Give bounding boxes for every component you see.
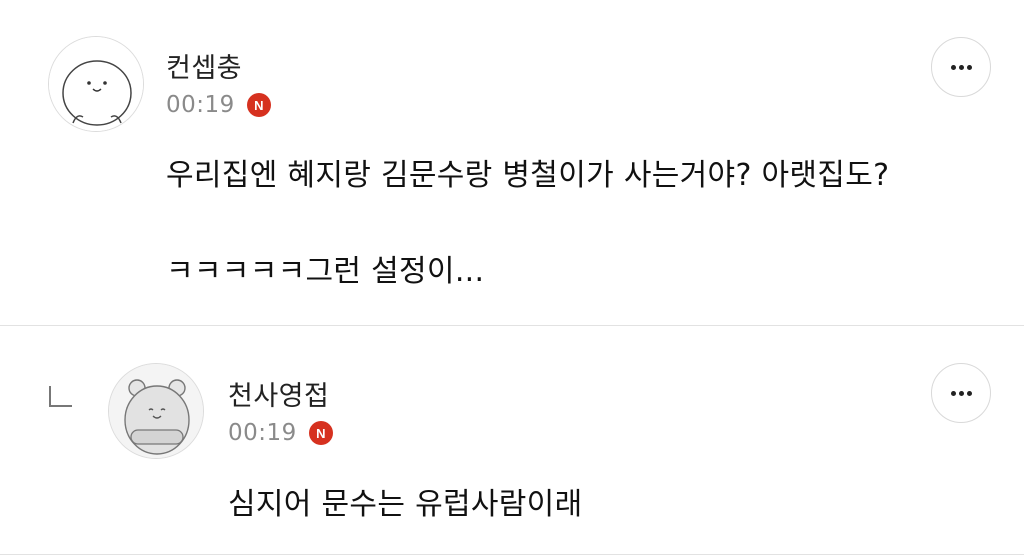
more-options-button[interactable] bbox=[931, 363, 991, 423]
comment-username[interactable]: 컨셉충 bbox=[166, 46, 242, 85]
comment-meta: 00:19 N bbox=[228, 420, 333, 446]
comment-item: 컨셉충 00:19 N 우리집엔 혜지랑 김문수랑 병철이가 사는거야? 아랫집… bbox=[0, 0, 1024, 325]
hamster-avatar-icon bbox=[109, 364, 203, 458]
comment-thread: 컨셉충 00:19 N 우리집엔 혜지랑 김문수랑 병철이가 사는거야? 아랫집… bbox=[0, 0, 1024, 560]
cat-face-avatar-icon bbox=[49, 37, 143, 131]
comment-meta: 00:19 N bbox=[166, 92, 271, 118]
new-badge: N bbox=[308, 421, 333, 445]
more-dots-icon bbox=[950, 64, 972, 70]
comment-text-line: ㅋㅋㅋㅋㅋ그런 설정이... bbox=[166, 254, 485, 289]
reply-comment-item: 천사영접 00:19 N 심지어 문수는 유럽사람이래 bbox=[0, 326, 1024, 554]
comment-timestamp: 00:19 bbox=[228, 420, 297, 446]
more-options-button[interactable] bbox=[931, 37, 991, 97]
new-badge: N bbox=[246, 93, 271, 117]
comment-text-line: 심지어 문수는 유럽사람이래 bbox=[228, 487, 583, 522]
reply-arrow-icon bbox=[49, 386, 72, 407]
comment-timestamp: 00:19 bbox=[166, 92, 235, 118]
avatar[interactable] bbox=[108, 363, 204, 459]
divider bbox=[0, 554, 1024, 555]
comment-username[interactable]: 천사영접 bbox=[228, 374, 329, 413]
avatar[interactable] bbox=[48, 36, 144, 132]
more-dots-icon bbox=[950, 390, 972, 396]
comment-text-line: 우리집엔 혜지랑 김문수랑 병철이가 사는거야? 아랫집도? bbox=[166, 158, 890, 193]
